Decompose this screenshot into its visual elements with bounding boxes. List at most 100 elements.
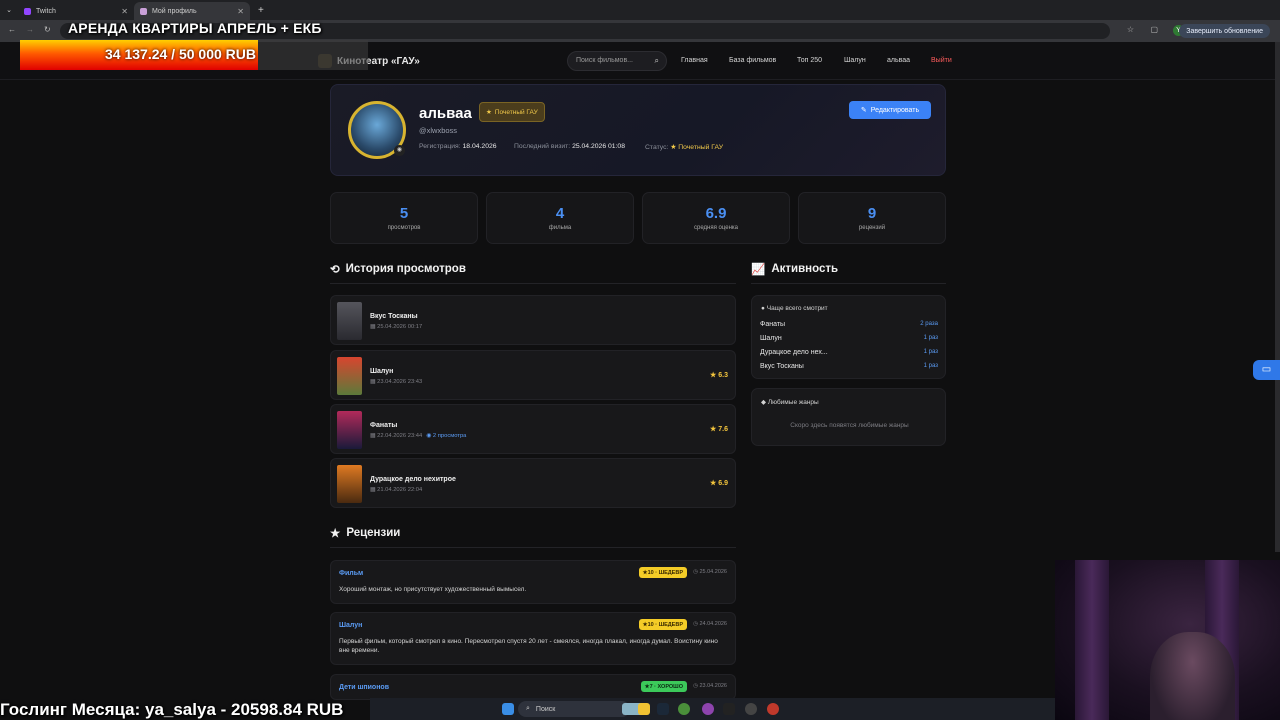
nav-home[interactable]: Главная [681,57,708,64]
genres-header: ◆ Любимые жанры [761,398,819,406]
review-film-link[interactable]: Шалун [339,622,362,629]
nav-profile[interactable]: альваа [887,57,910,64]
history-item-rating: ★ 6.3 [710,371,728,379]
chart-line-icon: 📈 [751,264,766,276]
nav-film-base[interactable]: База фильмов [729,57,776,64]
nav-logout[interactable]: Выйти [931,57,952,64]
score-text: 10 · ШЕДЕВР [647,621,683,628]
history-item[interactable]: Шалун ▦ 23.04.2026 23:43 ★ 6.3 [330,350,736,400]
back-icon[interactable]: ← [8,25,16,34]
taskbar-search[interactable]: ⌕ Поиск [518,701,630,717]
review-date: ◷ 25.04.2026 [693,569,727,575]
history-item-title[interactable]: Шалун [370,368,393,375]
review-text: Хороший монтаж, но присутствует художест… [339,586,527,593]
history-item[interactable]: Дурацкое дело нехитрое ▦ 21.04.2026 22:0… [330,458,736,508]
close-icon[interactable]: ✕ [237,7,244,16]
forward-icon[interactable]: → [26,25,34,34]
new-tab-icon[interactable]: + [258,5,264,16]
watch-count: 1 раз [923,335,938,341]
stat-value: 5 [399,205,409,222]
chrome-icon[interactable] [678,703,690,715]
history-icon: ⟲ [330,264,340,276]
site-favicon-icon [140,7,147,15]
most-watched-row[interactable]: Шалун 1 раз [760,335,938,342]
update-button[interactable]: Завершить обновление [1179,24,1270,38]
twitch-icon [24,7,31,15]
close-icon[interactable]: ✕ [121,7,128,16]
stat-label: рецензий [858,225,886,231]
camera-icon[interactable]: ◉ [394,145,405,156]
app-icon[interactable] [767,703,779,715]
review-date: ◷ 23.04.2026 [693,683,727,689]
tab-profile[interactable]: Мой профиль ✕ [134,2,250,20]
app-icon[interactable] [745,703,757,715]
extensions-icon[interactable]: ▢ [1150,25,1158,34]
search-icon[interactable]: ⌕ [655,56,659,66]
history-item-date: ▦ 21.04.2026 22:04 [370,487,422,493]
profile-card: ◉ альваа ★ Почетный ГАУ @xlwxboss Регист… [330,84,946,176]
windows-taskbar: ⌕ Поиск [370,698,1055,720]
stat-views: 5 просмотров [330,192,478,244]
search-placeholder: Поиск фильмов... [576,57,634,64]
browser-tab-bar: ⌄ Twitch ✕ Мой профиль ✕ + [0,0,1280,20]
history-item[interactable]: Вкус Тосканы ▦ 25.04.2026 00:17 [330,295,736,345]
folder-icon[interactable] [638,703,650,715]
history-item-date: ▦ 23.04.2026 23:43 [370,379,422,385]
review-film-link[interactable]: Фильм [339,570,363,577]
tab-twitch[interactable]: Twitch ✕ [18,2,134,20]
star-icon: ★ [670,144,677,151]
history-item-rating: ★ 6.9 [710,479,728,487]
history-item-title[interactable]: Вкус Тосканы [370,313,418,320]
header-text: Любимые жанры [767,399,819,406]
tab-label: Мой профиль [152,7,197,15]
review-score-badge: ★ 10 · ШЕДЕВР [638,619,687,630]
history-item-rating: ★ 7.6 [710,425,728,433]
eye-icon: ◉ [426,433,433,439]
score-text: 7 · ХОРОШО [649,683,683,690]
page-scrollbar[interactable] [1275,42,1280,552]
stat-value: 6.9 [705,205,727,222]
divider [751,283,946,284]
rating-value: 7.6 [718,426,728,433]
history-item[interactable]: Фанаты ▦ 22.04.2026 23:44 ◉ 2 просмотра ★… [330,404,736,454]
history-item-title[interactable]: Дурацкое дело нехитрое [370,476,456,483]
poster-image [337,411,362,449]
stat-avg-rating: 6.9 средняя оценка [642,192,790,244]
review-score-badge: ★ 7 · ХОРОШО [640,681,687,692]
most-watched-row[interactable]: Вкус Тосканы 1 раз [760,363,938,370]
rating-value: 6.9 [718,480,728,487]
status-value: Почетный ГАУ [678,144,724,151]
steam-icon[interactable] [657,703,669,715]
tab-menu-icon[interactable]: ⌄ [0,6,18,14]
nav-shalun[interactable]: Шалун [844,57,866,64]
windows-start-icon[interactable] [502,703,514,715]
search-input[interactable]: Поиск фильмов... ⌕ [567,51,667,71]
divider [330,283,736,284]
edit-profile-button[interactable]: ✎ Редактировать [849,101,931,119]
most-watched-row[interactable]: Дурацкое дело нех... 1 раз [760,349,938,356]
avatar[interactable]: ◉ [348,101,406,159]
score-text: 10 · ШЕДЕВР [647,569,683,576]
chat-icon[interactable]: ▭ [1253,360,1280,380]
reg-label: Регистрация: [419,143,461,150]
film-title: Вкус Тосканы [760,363,804,370]
date-text: 23.04.2026 23:43 [377,379,423,385]
search-icon: ⌕ [526,705,530,712]
tab-label: Twitch [36,7,56,15]
reload-icon[interactable]: ↻ [44,25,51,34]
activity-section-title: 📈 Активность [751,262,838,276]
status-badge: ★ Почетный ГАУ [479,102,545,122]
stat-value: 4 [555,205,565,222]
nav-top-250[interactable]: Топ 250 [797,57,822,64]
star-icon[interactable]: ☆ [1127,25,1134,34]
most-watched-row[interactable]: Фанаты 2 раза [760,321,938,328]
app-icon[interactable] [702,703,714,715]
history-item-title[interactable]: Фанаты [370,422,397,429]
app-icon[interactable] [723,703,735,715]
webcam-overlay [1055,560,1280,720]
most-watched-card: ● Чаще всего смотрит Фанаты 2 раза Шалун 1… [751,295,946,379]
review-film-link[interactable]: Дети шпионов [339,684,389,691]
review-card: Дети шпионов ★ 7 · ХОРОШО ◷ 23.04.2026 [330,674,736,700]
history-item-date: ▦ 22.04.2026 23:44 ◉ 2 просмотра [370,433,466,439]
date-text: 24.04.2026 [699,621,727,627]
